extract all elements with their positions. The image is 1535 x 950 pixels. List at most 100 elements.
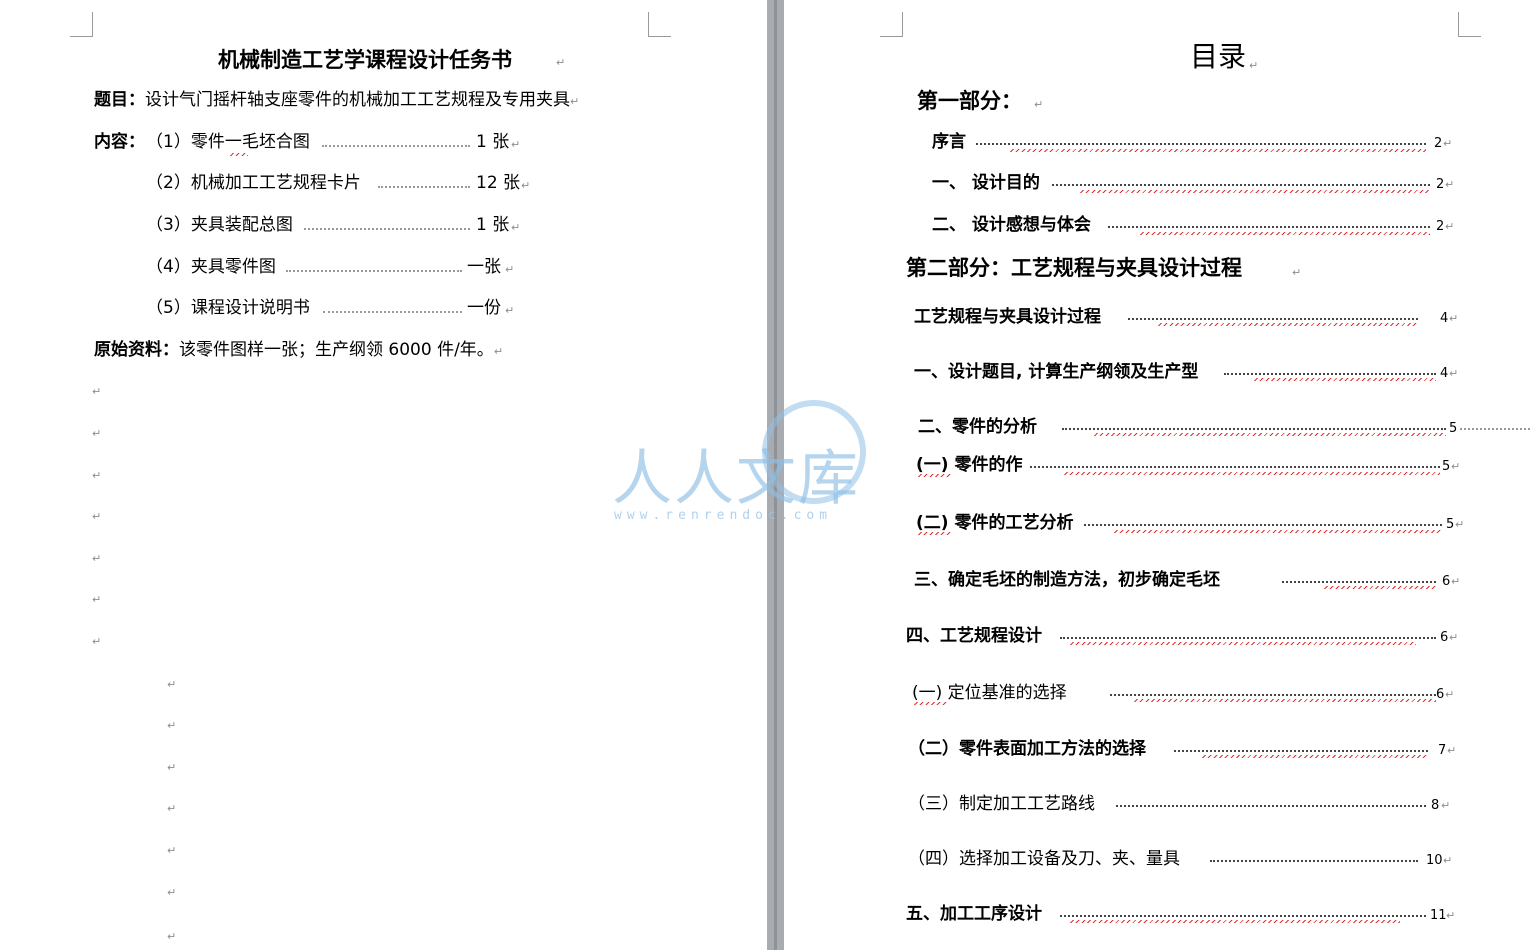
dot-leader	[1210, 860, 1418, 862]
spell-underline	[1070, 642, 1416, 645]
paragraph-mark: ↵	[1445, 688, 1455, 701]
dot-leader	[1060, 915, 1426, 917]
toc-page-number: 2	[1434, 136, 1443, 151]
toc-page-number: 2	[1436, 177, 1445, 192]
watermark-url: www.renrendoc.com	[614, 508, 833, 523]
content-item-4-label: （4）夹具零件图	[146, 257, 276, 277]
paragraph-mark: ↵	[1447, 744, 1457, 757]
source-label: 原始资料：	[94, 340, 179, 360]
content-item-2-qty: 12 张	[476, 173, 521, 193]
toc-page-number: 5	[1446, 517, 1455, 532]
dot-leader	[1030, 466, 1440, 468]
paragraph-mark: ↵	[511, 221, 521, 234]
dot-leader	[1224, 373, 1436, 375]
toc-page-number: 5	[1442, 459, 1451, 474]
toc-entry: (一) 定位基准的选择	[912, 683, 1067, 703]
dot-leader	[323, 311, 462, 313]
paragraph-mark: ↵	[1451, 575, 1461, 588]
toc-entry: （二）零件表面加工方法的选择	[908, 739, 1146, 759]
paragraph-mark: ↵	[1455, 518, 1465, 531]
spell-underline	[1010, 149, 1426, 152]
crop-mark-top-right	[648, 12, 671, 37]
empty-paragraph-mark: ↵	[92, 593, 102, 606]
dot-leader	[304, 228, 470, 230]
part-two-heading: 第二部分：工艺规程与夹具设计过程	[906, 255, 1242, 280]
empty-paragraph-mark: ↵	[167, 930, 177, 943]
toc-title: 目录	[1190, 40, 1247, 73]
spell-underline	[1158, 323, 1418, 326]
empty-paragraph-mark: ↵	[167, 761, 177, 774]
paragraph-mark: ↵	[1446, 909, 1456, 922]
toc-page-number: 6	[1442, 574, 1451, 589]
source-line: 原始资料：该零件图样一张；生产纲领 6000 件/年。↵	[94, 339, 503, 363]
paragraph-mark: ↵	[1034, 98, 1044, 111]
toc-entry-preface: 序言	[932, 132, 966, 152]
toc-entry: 四、工艺规程设计	[906, 626, 1042, 646]
dot-leader	[1116, 805, 1426, 807]
crop-mark-top-right	[1458, 12, 1481, 37]
part-one-heading: 第一部分：	[917, 88, 1022, 113]
empty-paragraph-mark: ↵	[92, 469, 102, 482]
content-item-1-label: （1）零件一毛坯合图	[146, 132, 310, 152]
dot-leader	[378, 186, 470, 188]
toc-page-number: 6	[1436, 687, 1445, 702]
spell-underline	[1114, 530, 1442, 533]
content-item-5-qty: 一份	[467, 298, 501, 318]
spell-underline	[918, 532, 952, 535]
paragraph-mark: ↵	[505, 263, 515, 276]
toc-entry: （四）选择加工设备及刀、夹、量具	[908, 849, 1180, 869]
empty-paragraph-mark: ↵	[167, 802, 177, 815]
content-label: 内容：	[94, 132, 145, 152]
paragraph-mark: ↵	[570, 95, 580, 108]
content-item-5-label: （5）课程设计说明书	[146, 298, 310, 318]
spell-underline	[1070, 920, 1400, 923]
dot-leader	[322, 145, 470, 147]
watermark: 人人文库 www.renrendoc.com	[612, 400, 902, 530]
spell-underline	[1134, 699, 1436, 702]
empty-paragraph-mark: ↵	[92, 510, 102, 523]
crop-mark-top-left	[70, 12, 93, 37]
source-text: 该零件图样一张；生产纲领 6000 件/年。	[179, 340, 494, 360]
empty-paragraph-mark: ↵	[167, 678, 177, 691]
paragraph-mark: ↵	[1441, 799, 1451, 812]
toc-page-number: 4	[1440, 311, 1449, 326]
paragraph-mark: ↵	[1249, 59, 1259, 72]
empty-paragraph-mark: ↵	[167, 844, 177, 857]
paragraph-mark: ↵	[1292, 266, 1302, 279]
paragraph-mark: ↵	[1451, 460, 1461, 473]
dot-leader	[1060, 637, 1436, 639]
paragraph-mark: ↵	[505, 304, 515, 317]
topic-text: 设计气门摇杆轴支座零件的机械加工工艺规程及专用夹具	[145, 90, 570, 110]
empty-paragraph-mark: ↵	[92, 552, 102, 565]
empty-paragraph-mark: ↵	[92, 635, 102, 648]
spell-underline	[1064, 472, 1440, 475]
empty-paragraph-mark: ↵	[167, 719, 177, 732]
dot-leader	[1052, 184, 1430, 186]
paragraph-mark: ↵	[1445, 178, 1455, 191]
dot-leader	[1128, 318, 1418, 320]
toc-page-number: 8	[1431, 798, 1440, 813]
paragraph-mark: ↵	[511, 138, 521, 151]
dot-leader	[1174, 750, 1428, 752]
paragraph-mark: ↵	[1449, 312, 1459, 325]
paragraph-mark: ↵	[1445, 220, 1455, 233]
content-item-3-qty: 1 张	[476, 215, 510, 235]
toc-entry: 二、零件的分析	[918, 417, 1037, 437]
toc-entry-purpose: 一、 设计目的	[932, 173, 1040, 193]
dot-leader	[1084, 524, 1442, 526]
topic-label: 题目：	[94, 90, 145, 110]
watermark-text: 人人文库	[612, 444, 860, 514]
toc-entry-reflection: 二、 设计感想与体会	[932, 215, 1091, 235]
dot-leader	[1062, 428, 1446, 430]
empty-paragraph-mark: ↵	[92, 385, 102, 398]
document-title: 机械制造工艺学课程设计任务书	[218, 47, 512, 72]
toc-page-number: 11	[1430, 908, 1447, 923]
toc-page-number: 2	[1436, 219, 1445, 234]
paragraph-mark: ↵	[1443, 137, 1453, 150]
toc-page-number: 5	[1449, 421, 1458, 436]
spell-underline	[1094, 433, 1446, 436]
content-item-3-label: （3）夹具装配总图	[146, 215, 293, 235]
spell-underline	[230, 153, 248, 156]
content-item-1-qty: 1 张	[476, 132, 510, 152]
content-item-2-label: （2）机械加工工艺规程卡片	[146, 173, 361, 193]
